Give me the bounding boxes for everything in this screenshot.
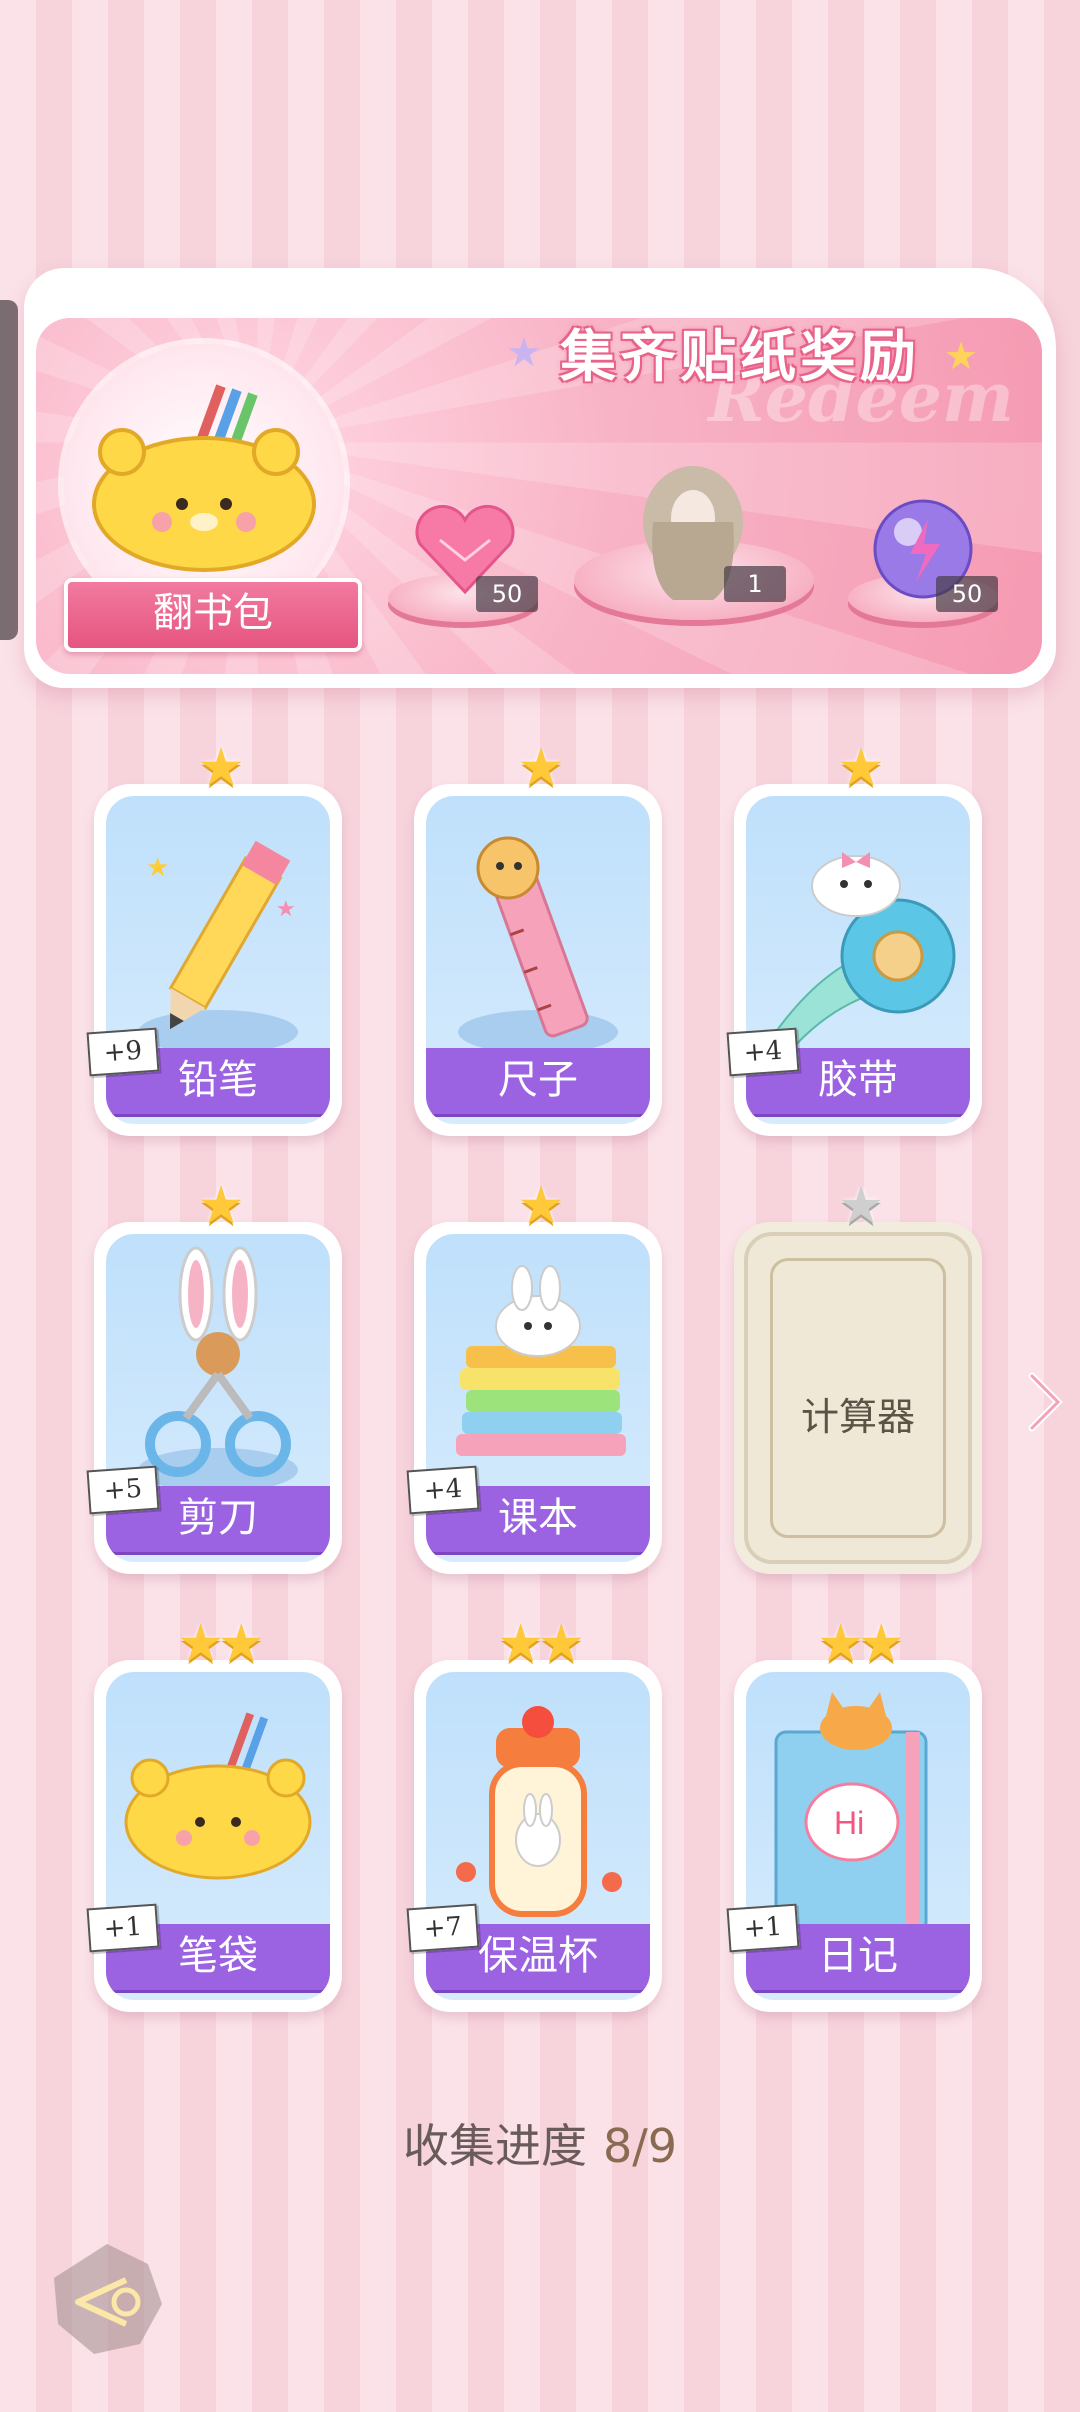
sticker-card-ruler[interactable]: ★ 尺子 (414, 738, 662, 1136)
progress-value: 8/9 (602, 2119, 678, 2173)
card-art: ★ ★ 铅笔 (106, 796, 330, 1124)
svg-text:Hi: Hi (834, 1805, 864, 1841)
card-art: 笔袋 (106, 1672, 330, 2000)
reward-count: 50 (476, 576, 538, 612)
star-rating: ★★ (497, 1614, 584, 1674)
sticker-card-diary[interactable]: ★★ Hi 日记 +1 (726, 1614, 982, 2012)
sticker-card-pencil[interactable]: ★ ★ ★ 铅笔 +9 (86, 738, 342, 1136)
star-rating: ★ (197, 1176, 245, 1236)
reward-count: 50 (936, 576, 998, 612)
card-art: 课本 (426, 1234, 650, 1562)
star-rating: ★★ (817, 1614, 904, 1674)
side-drawer-tab[interactable] (0, 300, 18, 640)
star-rating: ★ (517, 1176, 565, 1236)
locked-card-frame: 计算器 (744, 1232, 972, 1564)
card-name: 尺子 (426, 1048, 650, 1114)
sticker-card-pencil-case[interactable]: ★★ 笔袋 +1 (86, 1614, 342, 2012)
card-duplicate-count: +4 (406, 1465, 480, 1515)
banner-title: 集齐贴纸奖励 (560, 324, 920, 390)
star-rating: ★★ (177, 1614, 264, 1674)
reward-count: 1 (724, 566, 786, 602)
card-duplicate-count: +4 (726, 1027, 800, 1077)
svg-text:★: ★ (146, 853, 169, 883)
card-name: 计算器 (800, 1395, 915, 1439)
sticker-card-tape[interactable]: ★ 胶带 +4 (726, 738, 982, 1136)
star-rating: ★ (517, 738, 565, 798)
star-rating: ★ (837, 1176, 885, 1236)
svg-text:★: ★ (276, 897, 296, 922)
star-rating: ★ (837, 738, 885, 798)
card-art: 尺子 (426, 796, 650, 1124)
progress-label: 收集进度 (402, 2119, 587, 2173)
chevron-right-icon[interactable] (1024, 1372, 1064, 1432)
star-decoration-icon: ★ (506, 330, 542, 376)
card-duplicate-count: +5 (86, 1465, 160, 1515)
sticker-card-books[interactable]: ★ 课本 +4 (406, 1176, 662, 1574)
star-decoration-icon: ★ (944, 334, 979, 378)
card-duplicate-count: +7 (406, 1903, 480, 1953)
card-art: 胶带 (746, 796, 970, 1124)
sticker-card-scissors[interactable]: ★ 剪刀 +5 (86, 1176, 342, 1574)
card-art: 剪刀 (106, 1234, 330, 1562)
card-duplicate-count: +1 (86, 1903, 160, 1953)
collection-progress: 收集进度 8/9 (0, 2110, 1080, 2176)
star-rating: ★ (197, 738, 245, 798)
card-art: Hi 日记 (746, 1672, 970, 2000)
card-duplicate-count: +9 (86, 1027, 160, 1077)
card-duplicate-count: +1 (726, 1903, 800, 1953)
sticker-card-thermos[interactable]: ★★ 保温杯 +7 (406, 1614, 662, 2012)
sticker-card-calculator-locked[interactable]: ★ 计算器 (734, 1176, 982, 1574)
collection-name-label: 翻书包 (64, 578, 362, 652)
card-art: 保温杯 (426, 1672, 650, 2000)
back-button[interactable] (48, 2240, 166, 2358)
